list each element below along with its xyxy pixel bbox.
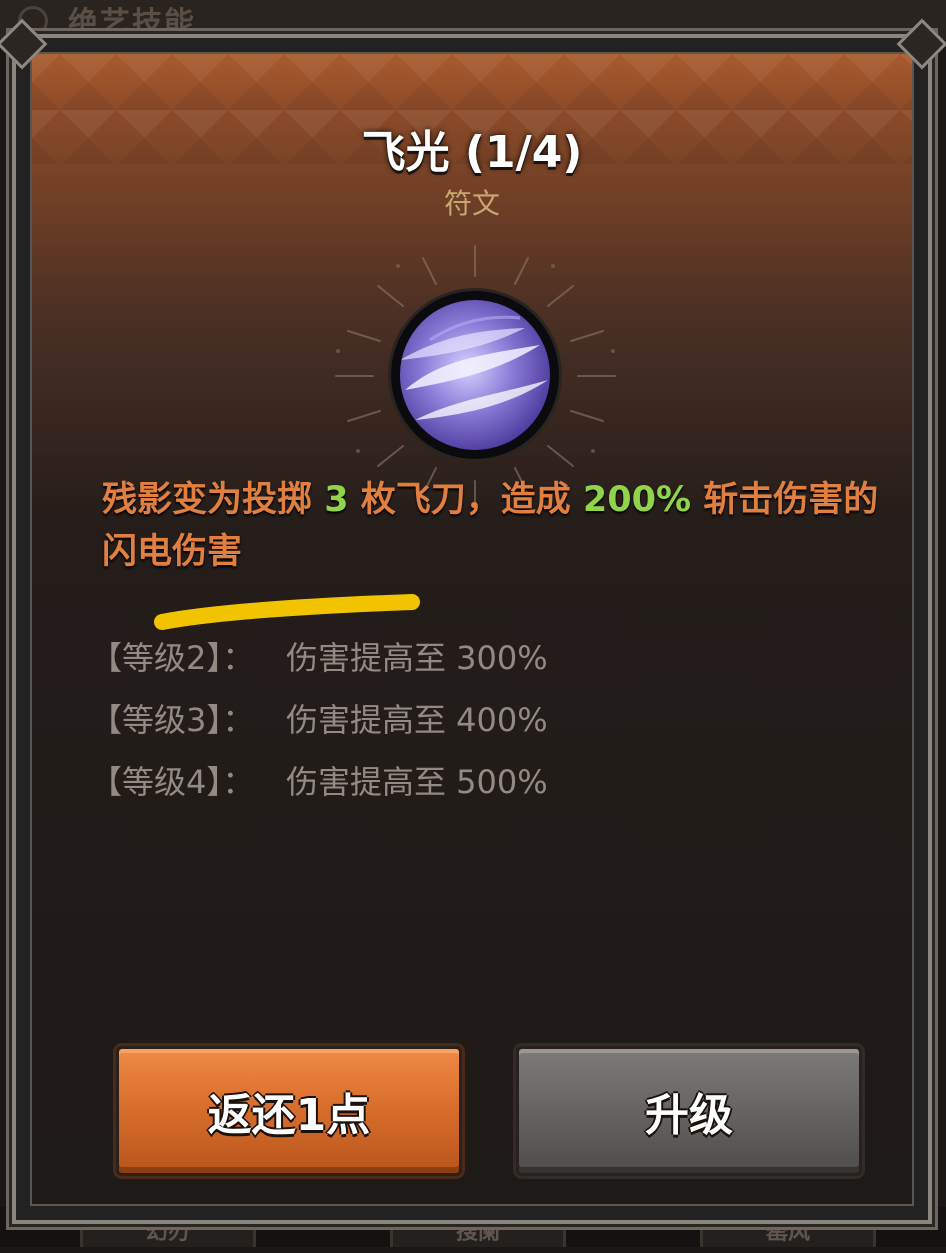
upgrade-button[interactable]: 升级 xyxy=(516,1046,862,1176)
skill-description: 残影变为投掷 3 枚飞刀，造成 200% 斩击伤害的闪电伤害 xyxy=(102,474,902,578)
skill-type-label: 符文 xyxy=(443,187,500,220)
description-text-2: 枚飞刀，造成 xyxy=(348,480,583,520)
refund-point-button[interactable]: 返还1点 xyxy=(116,1046,462,1176)
modal-panel: 飞光 (1/4) 符文 残影变为投掷 3 枚飞刀，造成 200% 斩击伤害的闪电… xyxy=(30,52,914,1206)
description-number-2: 200% xyxy=(582,480,692,520)
level-row: 【等级4】： 伤害提高至 500% xyxy=(90,751,548,813)
level-effect: 伤害提高至 400% xyxy=(286,701,548,739)
level-label: 【等级4】： xyxy=(90,763,255,801)
level-effect: 伤害提高至 500% xyxy=(286,763,548,801)
level-row: 【等级3】： 伤害提高至 400% xyxy=(90,689,548,751)
level-list: 【等级2】： 伤害提高至 300% 【等级3】： 伤害提高至 400% 【等级4】：… xyxy=(90,627,548,813)
level-row: 【等级2】： 伤害提高至 300% xyxy=(90,627,548,689)
level-label: 【等级3】： xyxy=(90,701,255,739)
skill-title: 飞光 (1/4) xyxy=(361,127,583,178)
level-effect: 伤害提高至 300% xyxy=(286,639,548,677)
skill-detail-modal: 飞光 (1/4) 符文 残影变为投掷 3 枚飞刀，造成 200% 斩击伤害的闪电… xyxy=(0,18,946,1224)
level-label: 【等级2】： xyxy=(90,639,255,677)
description-text-1: 残影变为投掷 xyxy=(102,480,325,520)
description-number-1: 3 xyxy=(324,480,349,520)
skill-orb-icon xyxy=(391,291,559,459)
